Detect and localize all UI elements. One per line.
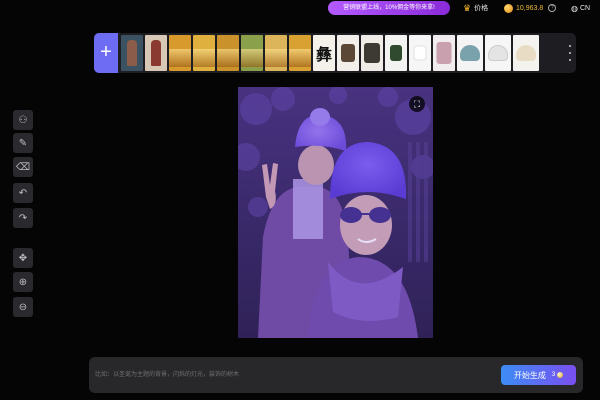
thumbnail-cream-chair[interactable] [513,35,539,71]
generate-label: 开始生成 [513,370,546,380]
prompt-input[interactable] [95,367,475,383]
redo-button[interactable]: ↷ [13,208,33,228]
start-generate-button[interactable]: 开始生成 3 [501,365,576,385]
reference-image-strip: + 彝 [94,33,576,73]
more-options-icon[interactable] [568,45,572,61]
zoom-out-icon: ⊖ [18,301,28,313]
thumbnail-brown-sweater[interactable] [337,35,359,71]
eraser-icon: ⌫ [15,161,31,173]
thumbnail-list: 彝 [121,35,539,71]
thumbnail-white-blouse[interactable] [409,35,431,71]
language-label: CN [579,4,591,12]
add-image-button[interactable]: + [94,33,118,73]
selfie-photo [238,87,433,338]
thumbnail-golden-field-2[interactable] [193,35,215,71]
coin-icon [557,372,564,378]
move-button[interactable]: ✥ [13,248,33,268]
eraser-button[interactable]: ⌫ [13,157,33,177]
promo-banner[interactable]: 营销联盟上线，10%佣金等你来拿! [328,1,450,15]
crown-icon: ♛ [463,2,472,13]
thumbnail-golden-field-6[interactable] [289,35,311,71]
credits-value: 10,963.8 [516,4,544,12]
thumbnail-teal-chair[interactable] [457,35,483,71]
zoom-in-button[interactable]: ⊕ [13,272,33,292]
zoom-in-icon: ⊕ [18,276,28,288]
coin-icon [504,3,513,13]
thumbnail-model-photo-1[interactable] [121,35,143,71]
brush-icon: ✎ [18,137,28,149]
thumbnail-model-photo-2[interactable] [145,35,167,71]
undo-icon: ↶ [18,187,28,199]
thumbnail-golden-field-1[interactable] [169,35,191,71]
thumbnail-golden-field-4[interactable] [241,35,263,71]
globe-icon: ◍ [571,3,578,13]
thumbnail-green-cardigan[interactable] [385,35,407,71]
thumbnail-calligraphy[interactable]: 彝 [313,35,335,71]
top-bar: 营销联盟上线，10%佣金等你来拿! ♛ 价格 10,963.8 ? ◍ CN [0,0,600,20]
move-icon: ✥ [18,252,28,264]
crop-icon[interactable]: ⛶ [409,96,425,112]
thumbnail-pink-hoodie[interactable] [433,35,455,71]
select-person-icon: ⚇ [18,114,28,126]
canvas-image[interactable]: ⛶ [238,87,433,338]
thumbnail-golden-field-5[interactable] [265,35,287,71]
undo-button[interactable]: ↶ [13,183,33,203]
help-icon[interactable]: ? [548,4,557,12]
zoom-out-button[interactable]: ⊖ [13,297,33,317]
pricing-label: 价格 [474,5,489,12]
generate-cost: 3 [551,372,564,378]
thumbnail-dark-sweater[interactable] [361,35,383,71]
cost-value: 3 [551,372,556,378]
thumbnail-golden-field-3[interactable] [217,35,239,71]
thumbnail-white-bowl-chair[interactable] [485,35,511,71]
credits-balance[interactable]: 10,963.8 ? [504,1,557,15]
prompt-bar: 开始生成 3 [89,357,583,393]
pricing-link[interactable]: ♛ 价格 [463,1,488,15]
select-person-button[interactable]: ⚇ [13,110,33,130]
brush-button[interactable]: ✎ [13,133,33,153]
language-selector[interactable]: ◍ CN [571,1,590,15]
redo-icon: ↷ [18,212,28,224]
